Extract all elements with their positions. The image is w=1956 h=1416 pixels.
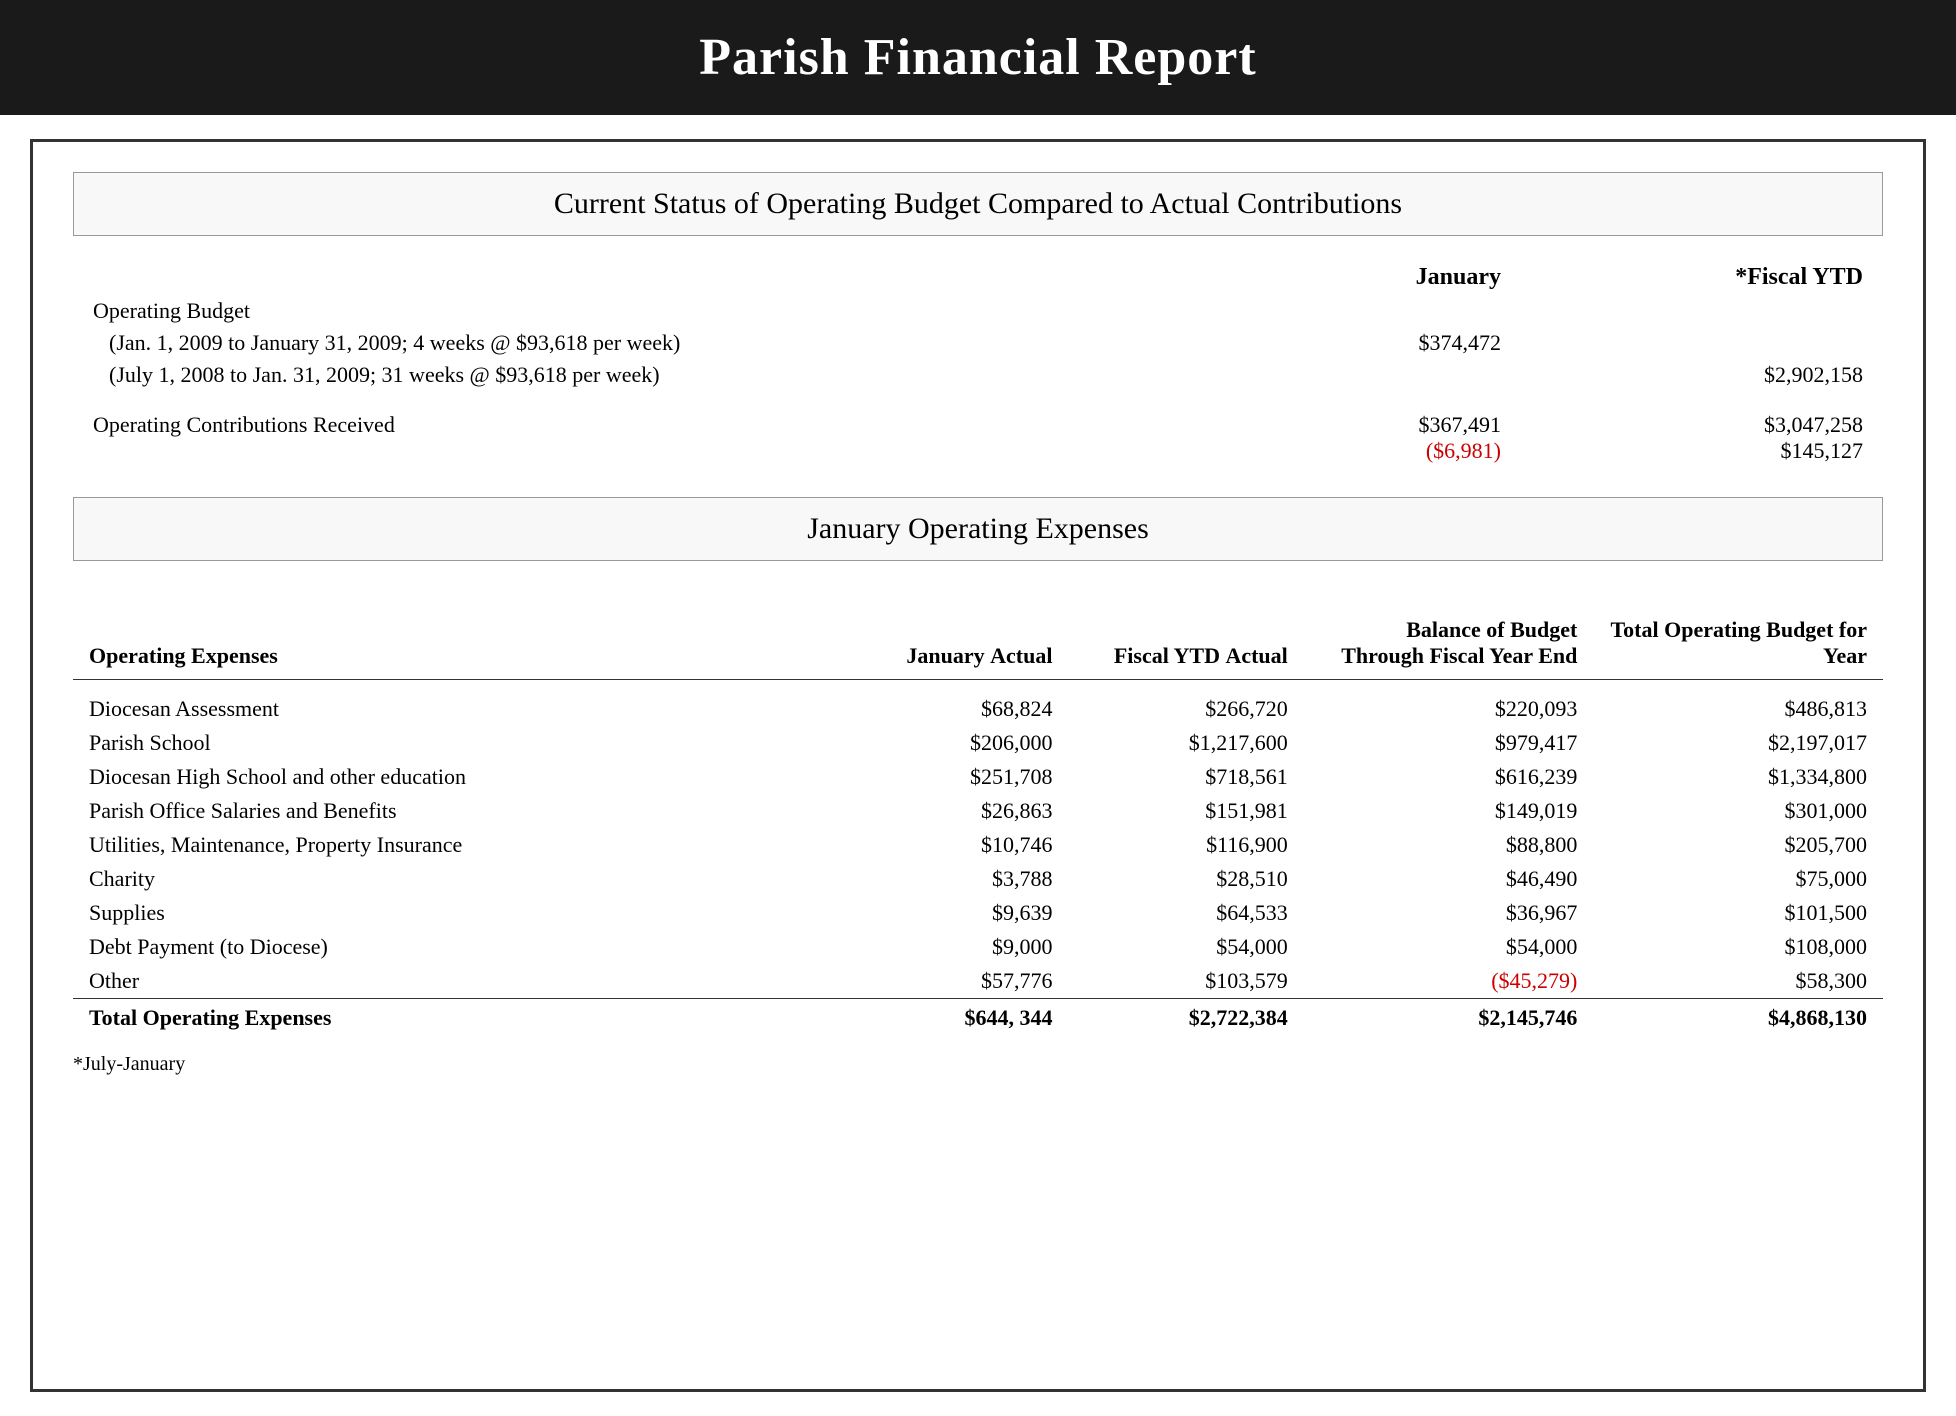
expense-balance: $88,800 <box>1304 828 1594 862</box>
expense-fiscal-ytd: $116,900 <box>1068 828 1303 862</box>
expenses-col-jan-actual: January Actual <box>833 585 1068 680</box>
expense-row: Other $57,776 $103,579 ($45,279) $58,300 <box>73 964 1883 999</box>
expense-jan-actual: $26,863 <box>833 794 1068 828</box>
expense-total-budget: $2,197,017 <box>1593 726 1883 760</box>
expense-label: Other <box>73 964 833 999</box>
expense-fiscal-ytd: $28,510 <box>1068 862 1303 896</box>
expense-row: Parish Office Salaries and Benefits $26,… <box>73 794 1883 828</box>
expense-label: Debt Payment (to Diocese) <box>73 930 833 964</box>
contributions-fiscal-ytd: $3,047,258 <box>1541 412 1863 438</box>
expense-jan-actual: $206,000 <box>833 726 1068 760</box>
total-jan-actual: $644, 344 <box>833 998 1068 1035</box>
expense-row: Utilities, Maintenance, Property Insuran… <box>73 828 1883 862</box>
expense-fiscal-ytd: $64,533 <box>1068 896 1303 930</box>
total-label: Total Operating Expenses <box>73 998 833 1035</box>
budget-line2-fiscal-ytd: $2,902,158 <box>1521 359 1883 391</box>
expense-total-budget: $205,700 <box>1593 828 1883 862</box>
budget-line1-january: $374,472 <box>1159 327 1521 359</box>
expense-balance: $220,093 <box>1304 692 1594 726</box>
expense-jan-actual: $57,776 <box>833 964 1068 999</box>
expense-fiscal-ytd: $103,579 <box>1068 964 1303 999</box>
expense-row: Debt Payment (to Diocese) $9,000 $54,000… <box>73 930 1883 964</box>
expense-balance: ($45,279) <box>1304 964 1594 999</box>
expense-label: Utilities, Maintenance, Property Insuran… <box>73 828 833 862</box>
total-balance: $2,145,746 <box>1304 998 1594 1035</box>
expense-row: Diocesan High School and other education… <box>73 760 1883 794</box>
expense-row: Parish School $206,000 $1,217,600 $979,4… <box>73 726 1883 760</box>
expense-fiscal-ytd: $266,720 <box>1068 692 1303 726</box>
expense-row: Diocesan Assessment $68,824 $266,720 $22… <box>73 692 1883 726</box>
expense-balance: $616,239 <box>1304 760 1594 794</box>
expenses-table: Operating Expenses January Actual Fiscal… <box>73 585 1883 1035</box>
expense-fiscal-ytd: $54,000 <box>1068 930 1303 964</box>
expense-row: Supplies $9,639 $64,533 $36,967 $101,500 <box>73 896 1883 930</box>
expense-jan-actual: $251,708 <box>833 760 1068 794</box>
section2-title: January Operating Expenses <box>94 512 1862 546</box>
expense-jan-actual: $10,746 <box>833 828 1068 862</box>
expenses-col-label: Operating Expenses <box>73 585 833 680</box>
col-january: January <box>1159 260 1521 295</box>
page-title: Parish Financial Report <box>40 28 1916 87</box>
expense-label: Diocesan High School and other education <box>73 760 833 794</box>
expense-label: Diocesan Assessment <box>73 692 833 726</box>
budget-line2-january <box>1159 359 1521 391</box>
expense-label: Charity <box>73 862 833 896</box>
expense-fiscal-ytd: $151,981 <box>1068 794 1303 828</box>
expense-balance: $54,000 <box>1304 930 1594 964</box>
budget-line2-label: (July 1, 2008 to Jan. 31, 2009; 31 weeks… <box>73 359 1159 391</box>
budget-line1-label: (Jan. 1, 2009 to January 31, 2009; 4 wee… <box>73 327 1159 359</box>
expenses-col-balance: Balance of Budget Through Fiscal Year En… <box>1304 585 1594 680</box>
expense-total-budget: $58,300 <box>1593 964 1883 999</box>
contributions-january-diff: ($6,981) <box>1179 438 1501 464</box>
expenses-col-fiscal-ytd: Fiscal YTD Actual <box>1068 585 1303 680</box>
total-row: Total Operating Expenses $644, 344 $2,72… <box>73 998 1883 1035</box>
expense-balance: $36,967 <box>1304 896 1594 930</box>
expense-row: Charity $3,788 $28,510 $46,490 $75,000 <box>73 862 1883 896</box>
expense-balance: $46,490 <box>1304 862 1594 896</box>
contributions-fiscal-ytd-diff: $145,127 <box>1541 438 1863 464</box>
section1-box: Current Status of Operating Budget Compa… <box>73 172 1883 236</box>
expense-label: Parish Office Salaries and Benefits <box>73 794 833 828</box>
expense-label: Parish School <box>73 726 833 760</box>
total-budget: $4,868,130 <box>1593 998 1883 1035</box>
expense-label: Supplies <box>73 896 833 930</box>
section1-title: Current Status of Operating Budget Compa… <box>94 187 1862 221</box>
expense-total-budget: $101,500 <box>1593 896 1883 930</box>
expense-jan-actual: $9,639 <box>833 896 1068 930</box>
page-header: Parish Financial Report <box>0 0 1956 115</box>
page-body: Current Status of Operating Budget Compa… <box>30 139 1926 1392</box>
budget-table: January *Fiscal YTD Operating Budget (Ja… <box>73 260 1883 467</box>
expense-jan-actual: $3,788 <box>833 862 1068 896</box>
expense-balance: $149,019 <box>1304 794 1594 828</box>
expense-total-budget: $486,813 <box>1593 692 1883 726</box>
total-fiscal-ytd: $2,722,384 <box>1068 998 1303 1035</box>
expense-total-budget: $1,334,800 <box>1593 760 1883 794</box>
col-fiscal-ytd: *Fiscal YTD <box>1521 260 1883 295</box>
contributions-january: $367,491 <box>1179 412 1501 438</box>
expense-fiscal-ytd: $718,561 <box>1068 760 1303 794</box>
expense-balance: $979,417 <box>1304 726 1594 760</box>
expense-fiscal-ytd: $1,217,600 <box>1068 726 1303 760</box>
budget-line1-fiscal-ytd <box>1521 327 1883 359</box>
expense-total-budget: $75,000 <box>1593 862 1883 896</box>
expense-total-budget: $108,000 <box>1593 930 1883 964</box>
expenses-col-total-budget: Total Operating Budget for Year <box>1593 585 1883 680</box>
expense-total-budget: $301,000 <box>1593 794 1883 828</box>
contributions-label: Operating Contributions Received <box>73 409 1159 467</box>
expense-jan-actual: $9,000 <box>833 930 1068 964</box>
footnote: *July-January <box>73 1053 1883 1076</box>
operating-budget-label: Operating Budget <box>73 295 1159 327</box>
section2-box: January Operating Expenses <box>73 497 1883 561</box>
expense-jan-actual: $68,824 <box>833 692 1068 726</box>
